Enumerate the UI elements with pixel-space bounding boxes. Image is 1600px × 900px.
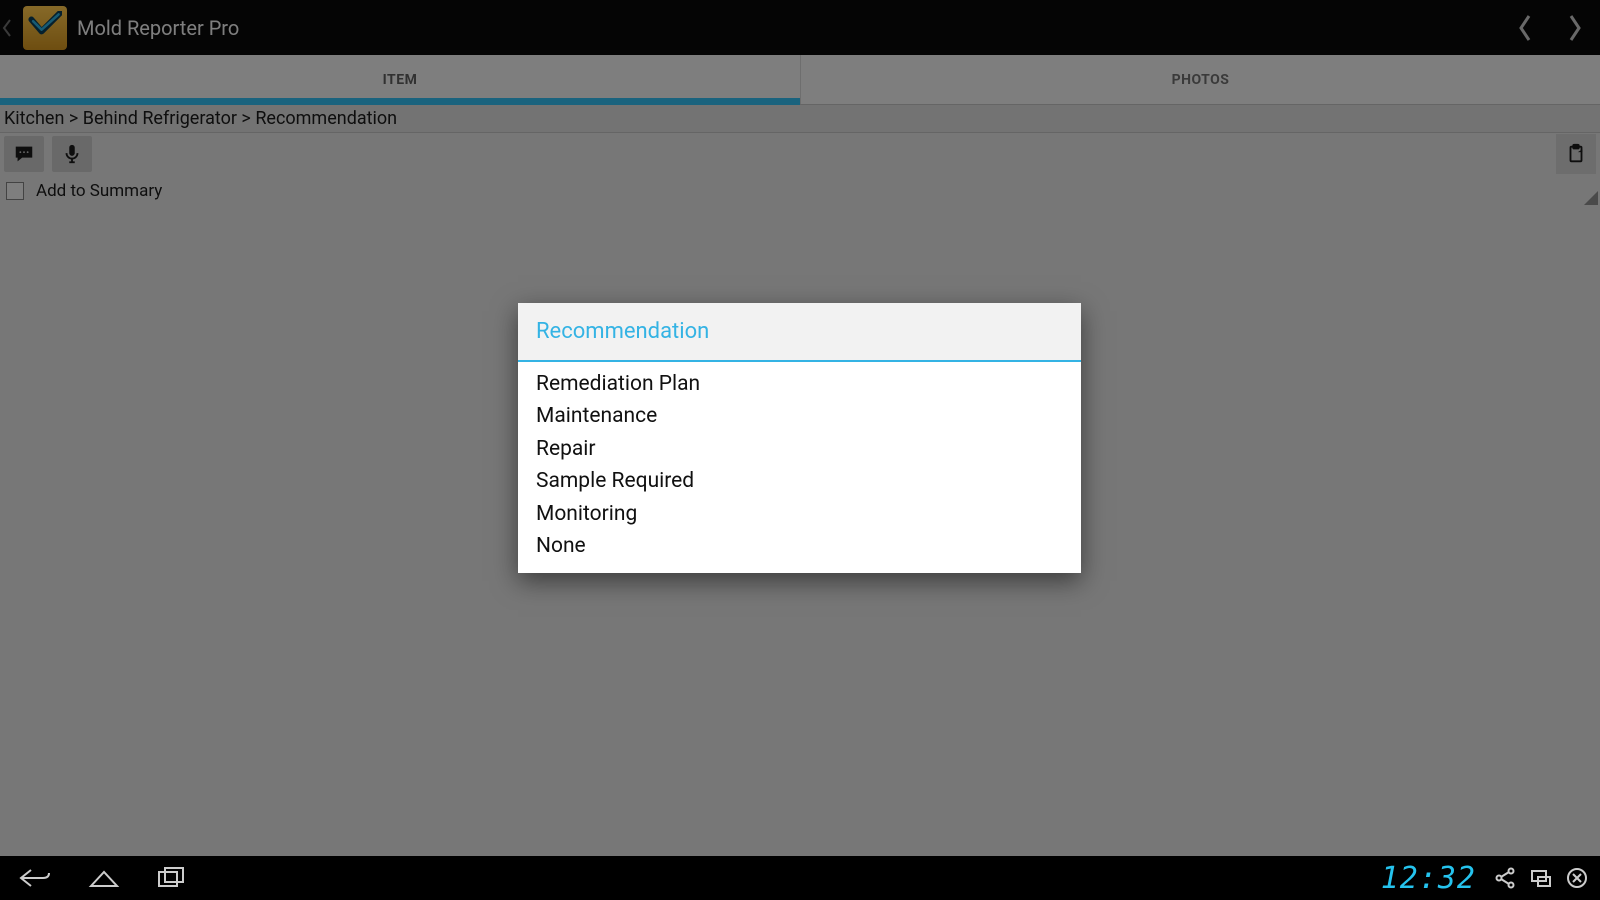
tab-bar: ITEM PHOTOS	[0, 55, 1600, 105]
tab-photos-label: PHOTOS	[1172, 72, 1230, 88]
option-remediation-plan[interactable]: Remediation Plan	[536, 368, 1063, 400]
comment-button[interactable]	[4, 136, 44, 172]
breadcrumb: Kitchen > Behind Refrigerator > Recommen…	[0, 105, 1600, 133]
add-to-summary-label: Add to Summary	[36, 181, 162, 201]
clipboard-button[interactable]	[1556, 134, 1596, 174]
dialog-options-list: Remediation Plan Maintenance Repair Samp…	[518, 362, 1081, 573]
system-navigation-bar: 12:32	[0, 856, 1600, 900]
share-icon[interactable]	[1490, 863, 1520, 893]
recommendation-dialog: Recommendation Remediation Plan Maintena…	[518, 303, 1081, 573]
close-circle-icon[interactable]	[1562, 863, 1592, 893]
app-icon[interactable]	[23, 6, 67, 50]
status-clock: 12:32	[1381, 861, 1476, 896]
home-icon[interactable]	[84, 858, 124, 898]
add-to-summary-row[interactable]: Add to Summary	[0, 175, 1600, 207]
option-monitoring[interactable]: Monitoring	[536, 498, 1063, 530]
prev-button[interactable]	[1500, 0, 1550, 55]
tab-item-label: ITEM	[383, 72, 418, 88]
tab-photos[interactable]: PHOTOS	[800, 55, 1600, 104]
add-to-summary-checkbox[interactable]	[6, 182, 24, 200]
microphone-button[interactable]	[52, 136, 92, 172]
chevron-left-icon[interactable]	[0, 0, 16, 55]
back-icon[interactable]	[16, 858, 56, 898]
toolbar	[0, 133, 1600, 175]
app-action-bar: Mold Reporter Pro	[0, 0, 1600, 55]
option-sample-required[interactable]: Sample Required	[536, 465, 1063, 497]
next-button[interactable]	[1550, 0, 1600, 55]
tab-item[interactable]: ITEM	[0, 55, 800, 104]
option-none[interactable]: None	[536, 530, 1063, 562]
screen-icon[interactable]	[1526, 863, 1556, 893]
option-repair[interactable]: Repair	[536, 433, 1063, 465]
recent-apps-icon[interactable]	[152, 858, 192, 898]
dialog-title: Recommendation	[518, 303, 1081, 362]
app-title: Mold Reporter Pro	[77, 16, 239, 40]
breadcrumb-text: Kitchen > Behind Refrigerator > Recommen…	[4, 108, 397, 129]
option-maintenance[interactable]: Maintenance	[536, 400, 1063, 432]
dropdown-indicator-icon	[1584, 191, 1598, 205]
